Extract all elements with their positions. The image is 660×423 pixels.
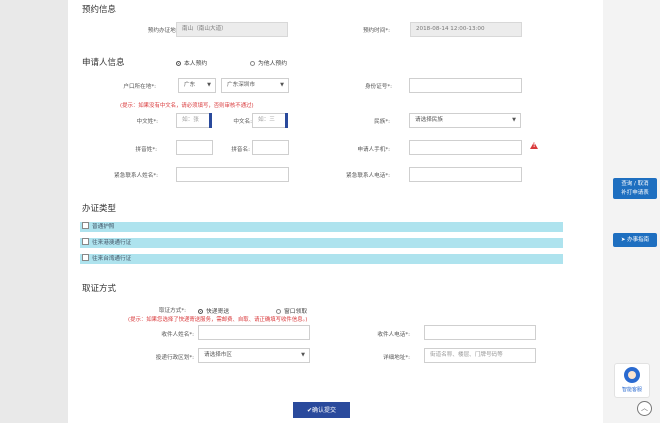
given-label: 中文名: — [233, 119, 252, 125]
type-option-passport[interactable]: 普通护照 — [80, 222, 563, 232]
location-label: 预约办证地点*: — [147, 28, 186, 34]
province-select[interactable]: 广东 ▼ — [178, 78, 216, 93]
pinyin-given-label: 拼音名: — [231, 147, 250, 153]
city-select[interactable]: 广东深圳市 ▼ — [221, 78, 289, 93]
phone-input[interactable] — [409, 140, 522, 155]
customer-service-widget[interactable]: 智能客服 — [614, 363, 650, 398]
ethnic-label: 民族*: — [374, 119, 390, 125]
warning-icon: ! — [530, 142, 538, 149]
radio-self[interactable]: 本人预约 — [176, 58, 207, 67]
address-label: 详细地址*: — [382, 355, 410, 361]
id-input[interactable] — [409, 78, 522, 93]
chevron-down-icon: ▼ — [280, 82, 284, 88]
send-icon: ➤ — [620, 237, 626, 243]
checkbox[interactable] — [82, 254, 89, 261]
radio-self-dot — [176, 61, 181, 66]
query-cancel-button[interactable]: 查询 / 取消 补打申请表 — [613, 178, 657, 199]
district-select[interactable]: 请选择市区 ▼ — [198, 348, 310, 363]
recipient-phone-input[interactable] — [424, 325, 536, 340]
pinyin-surname-label: 拼音姓*: — [135, 147, 157, 153]
hukou-label: 户口所在地*: — [123, 84, 156, 90]
id-label: 身份证号*: — [364, 84, 392, 90]
type-option-taiwan[interactable]: 往来台湾通行证 — [80, 254, 563, 264]
name-hint: (提示：如果没有中文名，请必须填写，否则审核不通过) — [120, 103, 254, 109]
radio-window[interactable]: 窗口领取 — [276, 306, 307, 315]
ethnic-select[interactable]: 请选择民族 ▼ — [409, 113, 521, 128]
type-option-hk-macau[interactable]: 往来港澳通行证 — [80, 238, 563, 248]
given-stepper[interactable] — [285, 113, 288, 128]
section-booking-title: 预约信息 — [82, 5, 117, 15]
pickup-method-label: 取证方式*: — [158, 308, 186, 314]
time-label: 预约时间*: — [362, 28, 390, 34]
checkbox[interactable] — [82, 238, 89, 245]
checkbox[interactable] — [82, 222, 89, 229]
pickup-hint: (提示：如果您选择了快递寄送服务，需邮费、自取、请正确填写收件信息。) — [128, 317, 308, 323]
submit-button[interactable]: ✔确认提交 — [293, 402, 350, 418]
emergency-name-label: 紧急联系人姓名*: — [114, 173, 158, 179]
guide-button[interactable]: ➤ 办事指南 — [613, 233, 657, 247]
recipient-phone-label: 收件人电话*: — [377, 332, 410, 338]
scroll-top-button[interactable]: ︿ — [637, 401, 652, 416]
radio-other-dot — [250, 61, 255, 66]
surname-stepper[interactable] — [209, 113, 212, 128]
chevron-up-icon: ︿ — [641, 404, 648, 412]
form-page: 预约信息 预约办证地点*: 南山（南山大道） 预约时间*: 2018-08-14… — [68, 0, 603, 423]
chevron-down-icon: ▼ — [207, 82, 211, 88]
radio-other[interactable]: 为他人预约 — [250, 58, 287, 67]
radio-express-dot — [198, 309, 203, 314]
avatar-icon — [624, 367, 640, 383]
surname-label: 中文姓*: — [136, 119, 158, 125]
location-input[interactable]: 南山（南山大道） — [176, 22, 288, 37]
recipient-label: 收件人姓名*: — [161, 332, 194, 338]
section-applicant-title: 申请人信息 — [82, 58, 125, 68]
district-label: 投递行政区划*: — [155, 355, 194, 361]
time-input[interactable]: 2018-08-14 12:00-13:00 — [410, 22, 522, 37]
section-type-title: 办证类型 — [82, 204, 117, 214]
emergency-name-input[interactable] — [176, 167, 289, 182]
surname-input[interactable]: 如：张 — [176, 113, 212, 128]
radio-express[interactable]: 快递寄送 — [198, 306, 229, 315]
pinyin-given-input[interactable] — [252, 140, 289, 155]
pinyin-surname-input[interactable] — [176, 140, 213, 155]
recipient-input[interactable] — [198, 325, 310, 340]
right-rail — [603, 0, 660, 423]
emergency-phone-input[interactable] — [409, 167, 522, 182]
emergency-phone-label: 紧急联系人电话*: — [346, 173, 390, 179]
section-pickup-title: 取证方式 — [82, 284, 117, 294]
chevron-down-icon: ▼ — [301, 352, 305, 358]
given-input[interactable]: 如：三 — [252, 113, 288, 128]
chevron-down-icon: ▼ — [512, 117, 516, 123]
radio-window-dot — [276, 309, 281, 314]
phone-label: 申请人手机*: — [357, 147, 390, 153]
address-input[interactable]: 街道名称、楼层、门牌号码等 — [424, 348, 536, 363]
